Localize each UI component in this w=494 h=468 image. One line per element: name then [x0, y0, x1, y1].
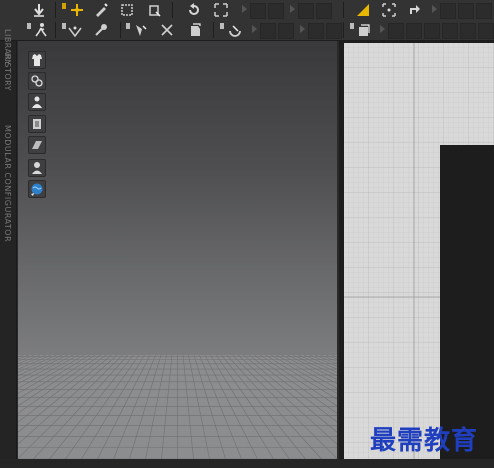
group-marker-icon	[220, 23, 224, 29]
run-avatar-icon[interactable]	[32, 22, 50, 38]
garment-copy-icon[interactable]	[186, 22, 204, 38]
fabric-tag-icon[interactable]	[226, 22, 244, 38]
scroll-right-icon[interactable]	[432, 5, 437, 13]
fold-sewing-icon[interactable]	[158, 22, 176, 38]
empty-slot	[326, 23, 342, 39]
download-icon[interactable]	[30, 2, 48, 18]
pin-move-icon[interactable]	[380, 2, 398, 18]
empty-slot	[458, 3, 474, 19]
empty-slot	[388, 23, 404, 39]
avatar-clothes-icon[interactable]	[28, 115, 46, 133]
rotate-icon[interactable]	[185, 2, 203, 18]
empty-slot	[406, 23, 422, 39]
tab-modular-configurator[interactable]: MODULAR CONFIGURATOR	[3, 125, 12, 242]
triangle-fill-icon[interactable]	[354, 2, 372, 18]
fold-arrangement-icon[interactable]	[66, 22, 84, 38]
show-sewing-icon[interactable]	[28, 72, 46, 90]
group-marker-icon	[62, 3, 66, 9]
show-garment-icon[interactable]	[28, 51, 46, 69]
group-marker-icon	[126, 23, 130, 29]
scroll-right-icon[interactable]	[252, 25, 257, 33]
globe-render-icon[interactable]	[28, 180, 46, 198]
pattern-copy-icon[interactable]	[355, 22, 373, 38]
main-toolbar	[0, 0, 494, 21]
empty-slot	[316, 3, 332, 19]
toolbar-divider	[55, 22, 56, 38]
scroll-right-icon[interactable]	[300, 25, 305, 33]
status-bar	[0, 459, 494, 468]
empty-slot	[476, 3, 492, 19]
3d-viewport[interactable]	[18, 41, 337, 459]
scroll-right-icon[interactable]	[380, 25, 385, 33]
floor-grid	[18, 355, 337, 459]
edit-pattern-icon[interactable]	[92, 2, 110, 18]
expand-icon[interactable]	[212, 2, 230, 18]
empty-slot	[440, 3, 456, 19]
empty-slot	[250, 3, 266, 19]
2d-pattern-window[interactable]	[339, 41, 494, 468]
toolbar-divider	[343, 22, 344, 38]
toolbar-divider	[55, 2, 56, 18]
toolbar-divider	[343, 2, 344, 18]
pattern-canvas[interactable]	[344, 43, 494, 460]
empty-slot	[460, 23, 476, 39]
tack-icon[interactable]	[132, 22, 150, 38]
pin-tool-icon[interactable]	[92, 22, 110, 38]
show-avatar-icon[interactable]	[28, 93, 46, 111]
redo-arrow-icon[interactable]	[406, 2, 424, 18]
scroll-right-icon[interactable]	[290, 5, 295, 13]
empty-slot	[278, 23, 294, 39]
empty-slot	[298, 3, 314, 19]
move-tool-icon[interactable]	[68, 2, 86, 18]
toolbar-divider	[172, 2, 173, 18]
empty-slot	[260, 23, 276, 39]
select-box-icon[interactable]	[118, 2, 136, 18]
secondary-toolbar	[0, 20, 494, 41]
toolbar-divider	[120, 22, 121, 38]
toolbar-divider	[213, 22, 214, 38]
texture-surface-icon[interactable]	[28, 136, 46, 154]
tab-history[interactable]: HISTORY	[3, 53, 12, 91]
transform-icon[interactable]	[146, 2, 164, 18]
group-marker-icon	[27, 23, 31, 29]
empty-slot	[424, 23, 440, 39]
scroll-right-icon[interactable]	[242, 5, 247, 13]
group-marker-icon	[350, 23, 354, 29]
empty-slot	[308, 23, 324, 39]
empty-slot	[478, 23, 494, 39]
watermark-text: 最需教育	[370, 426, 479, 456]
side-panel-tabs: LIBRARY HISTORY MODULAR CONFIGURATOR	[0, 29, 17, 468]
empty-slot	[442, 23, 458, 39]
avatar-silhouette-icon[interactable]	[28, 159, 46, 177]
empty-slot	[268, 3, 284, 19]
